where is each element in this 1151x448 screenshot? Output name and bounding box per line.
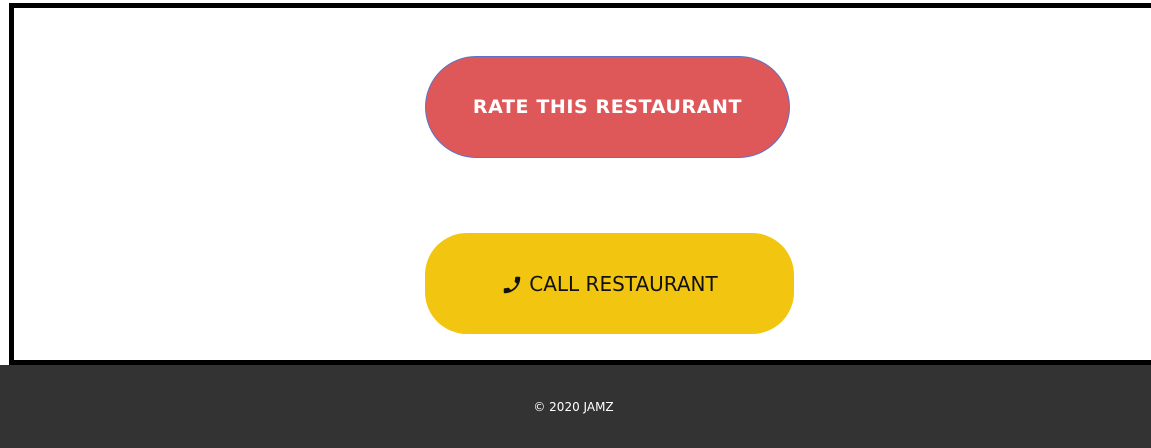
footer: © 2020 JAMZ bbox=[0, 365, 1151, 448]
page: RATE THIS RESTAURANT CALL RESTAURANT © 2… bbox=[0, 0, 1151, 448]
footer-copyright: © 2020 JAMZ bbox=[533, 399, 614, 414]
rate-restaurant-button[interactable]: RATE THIS RESTAURANT bbox=[425, 56, 790, 158]
rate-restaurant-button-label: RATE THIS RESTAURANT bbox=[472, 96, 743, 118]
phone-icon bbox=[501, 274, 523, 296]
call-restaurant-button-label: CALL RESTAURANT bbox=[529, 271, 718, 296]
call-restaurant-button[interactable]: CALL RESTAURANT bbox=[425, 233, 794, 334]
